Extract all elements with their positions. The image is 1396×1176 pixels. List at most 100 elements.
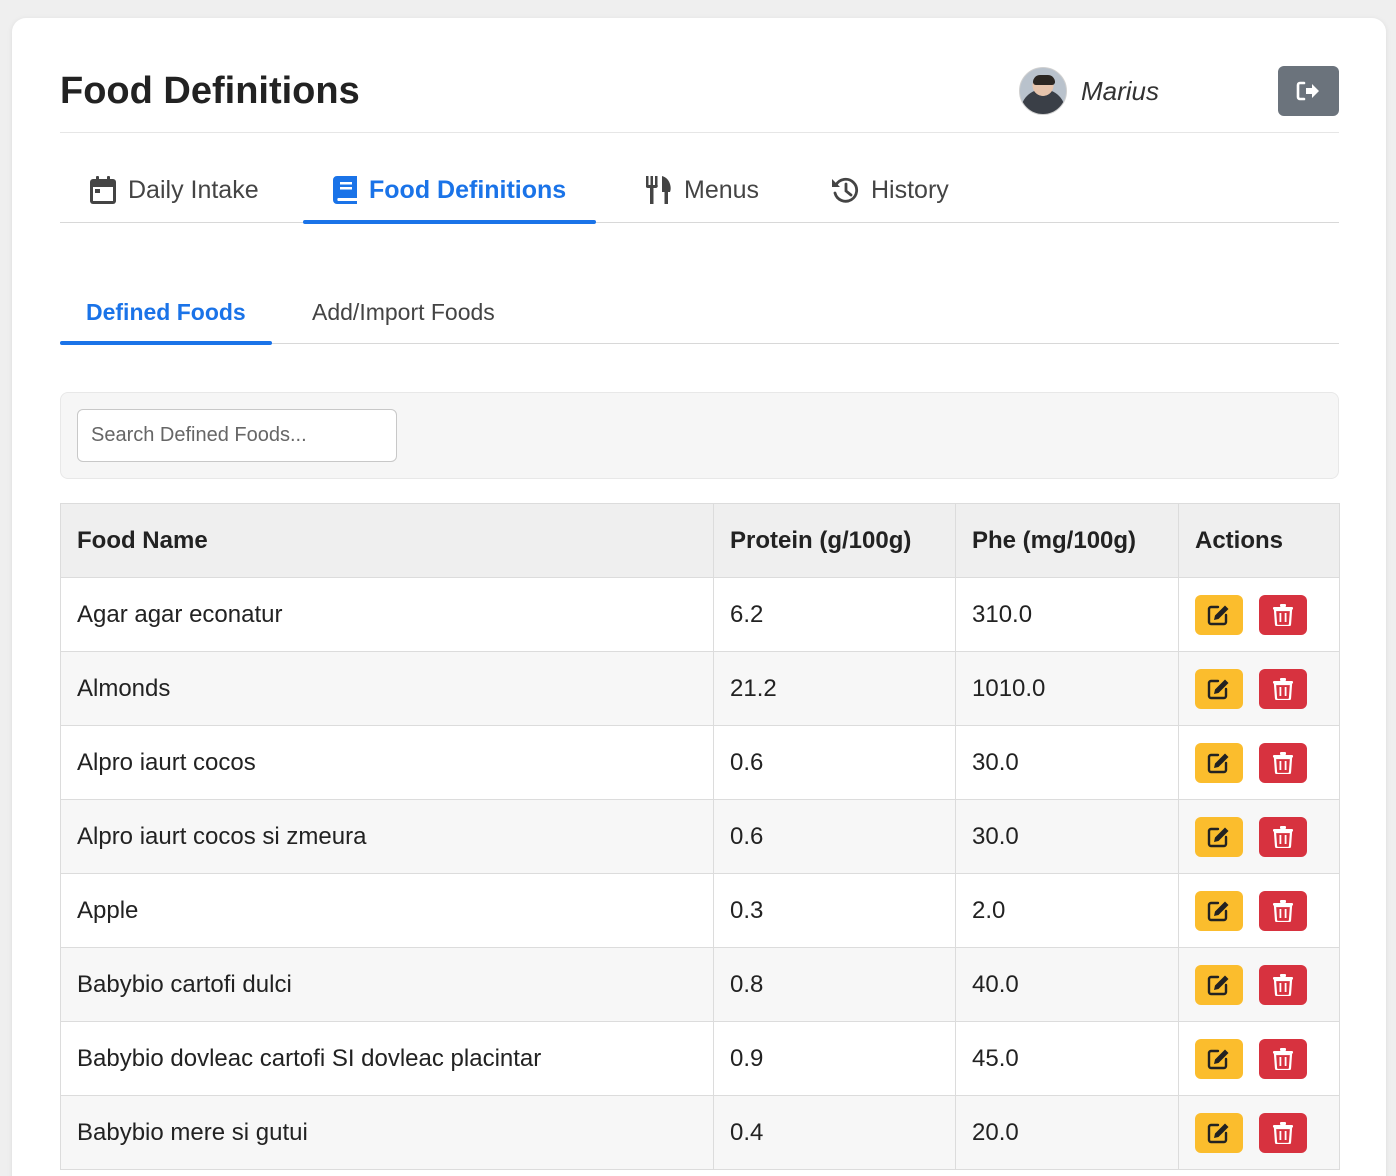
phe-cell: 45.0 [955,1021,1179,1096]
tab-menus[interactable]: Menus [616,158,789,222]
edit-icon [1207,827,1229,847]
trash-icon [1273,1047,1293,1070]
actions-cell [1178,1095,1340,1170]
page-header: Food Definitions Marius [60,18,1339,133]
trash-icon [1273,899,1293,922]
table-header-row: Food Name Protein (g/100g) Phe (mg/100g)… [60,503,1340,578]
protein-cell: 6.2 [713,577,956,652]
column-header-phe: Phe (mg/100g) [955,503,1179,578]
table-row: Alpro iaurt cocos si zmeura 0.6 30.0 [60,799,1340,874]
edit-button[interactable] [1195,594,1243,635]
food-name-cell: Babybio dovleac cartofi SI dovleac placi… [60,1021,714,1096]
edit-icon [1207,975,1229,995]
food-name-cell: Apple [60,873,714,948]
protein-cell: 0.8 [713,947,956,1022]
trash-icon [1273,751,1293,774]
food-table: Food Name Protein (g/100g) Phe (mg/100g)… [60,503,1340,1170]
actions-cell [1178,873,1340,948]
food-name-cell: Babybio mere si gutui [60,1095,714,1170]
content-container: Food Definitions Marius Daily Intake Foo… [60,18,1340,1170]
column-header-actions: Actions [1178,503,1340,578]
tab-label: Food Definitions [369,175,567,204]
delete-button[interactable] [1259,668,1307,709]
protein-cell: 0.6 [713,799,956,874]
sub-nav: Defined Foods Add/Import Foods [60,281,1339,345]
actions-cell [1178,1021,1340,1096]
trash-icon [1273,1121,1293,1144]
main-card: Food Definitions Marius Daily Intake Foo… [12,18,1386,1176]
trash-icon [1273,973,1293,996]
actions-cell [1178,725,1340,800]
protein-cell: 0.9 [713,1021,956,1096]
tab-label: Menus [684,175,760,204]
tab-daily-intake[interactable]: Daily Intake [60,158,289,222]
actions-cell [1178,799,1340,874]
column-header-food-name: Food Name [60,503,714,578]
table-row: Almonds 21.2 1010.0 [60,651,1340,726]
main-nav: Daily Intake Food Definitions Menus Hist… [60,158,1339,224]
delete-button[interactable] [1259,1112,1307,1153]
protein-cell: 0.3 [713,873,956,948]
calendar-icon [90,176,116,204]
table-row: Agar agar econatur 6.2 310.0 [60,577,1340,652]
search-panel [60,392,1339,479]
protein-cell: 0.6 [713,725,956,800]
edit-button[interactable] [1195,1038,1243,1079]
avatar[interactable] [1019,67,1067,115]
edit-button[interactable] [1195,964,1243,1005]
edit-icon [1207,901,1229,921]
username: Marius [1081,76,1160,106]
protein-cell: 0.4 [713,1095,956,1170]
table-row: Babybio mere si gutui 0.4 20.0 [60,1095,1340,1170]
tab-label: History [871,175,949,204]
tab-add-import-foods[interactable]: Add/Import Foods [286,281,521,343]
edit-icon [1207,1123,1229,1143]
edit-icon [1207,753,1229,773]
edit-button[interactable] [1195,816,1243,857]
phe-cell: 40.0 [955,947,1179,1022]
food-name-cell: Babybio cartofi dulci [60,947,714,1022]
delete-button[interactable] [1259,816,1307,857]
search-input[interactable] [77,409,397,462]
actions-cell [1178,577,1340,652]
table-row: Babybio dovleac cartofi SI dovleac placi… [60,1021,1340,1096]
trash-icon [1273,825,1293,848]
trash-icon [1273,677,1293,700]
protein-cell: 21.2 [713,651,956,726]
delete-button[interactable] [1259,890,1307,931]
delete-button[interactable] [1259,1038,1307,1079]
column-header-protein: Protein (g/100g) [713,503,956,578]
edit-button[interactable] [1195,1112,1243,1153]
table-row: Apple 0.3 2.0 [60,873,1340,948]
table-row: Alpro iaurt cocos 0.6 30.0 [60,725,1340,800]
delete-button[interactable] [1259,742,1307,783]
phe-cell: 20.0 [955,1095,1179,1170]
book-icon [333,176,357,204]
phe-cell: 2.0 [955,873,1179,948]
table-body: Agar agar econatur 6.2 310.0 Almonds 21.… [60,577,1340,1170]
phe-cell: 310.0 [955,577,1179,652]
edit-icon [1207,1049,1229,1069]
tab-defined-foods[interactable]: Defined Foods [60,281,272,345]
history-icon [832,177,859,203]
delete-button[interactable] [1259,594,1307,635]
logout-button[interactable] [1278,66,1339,116]
edit-icon [1207,679,1229,699]
tab-label: Daily Intake [128,175,259,204]
edit-button[interactable] [1195,890,1243,931]
trash-icon [1273,603,1293,626]
tab-history[interactable]: History [801,158,979,222]
food-name-cell: Alpro iaurt cocos si zmeura [60,799,714,874]
edit-button[interactable] [1195,742,1243,783]
food-name-cell: Almonds [60,651,714,726]
phe-cell: 1010.0 [955,651,1179,726]
tab-food-definitions[interactable]: Food Definitions [303,158,597,224]
actions-cell [1178,947,1340,1022]
edit-button[interactable] [1195,668,1243,709]
page-title: Food Definitions [60,70,360,112]
food-name-cell: Agar agar econatur [60,577,714,652]
table-row: Babybio cartofi dulci 0.8 40.0 [60,947,1340,1022]
food-name-cell: Alpro iaurt cocos [60,725,714,800]
delete-button[interactable] [1259,964,1307,1005]
edit-icon [1207,605,1229,625]
